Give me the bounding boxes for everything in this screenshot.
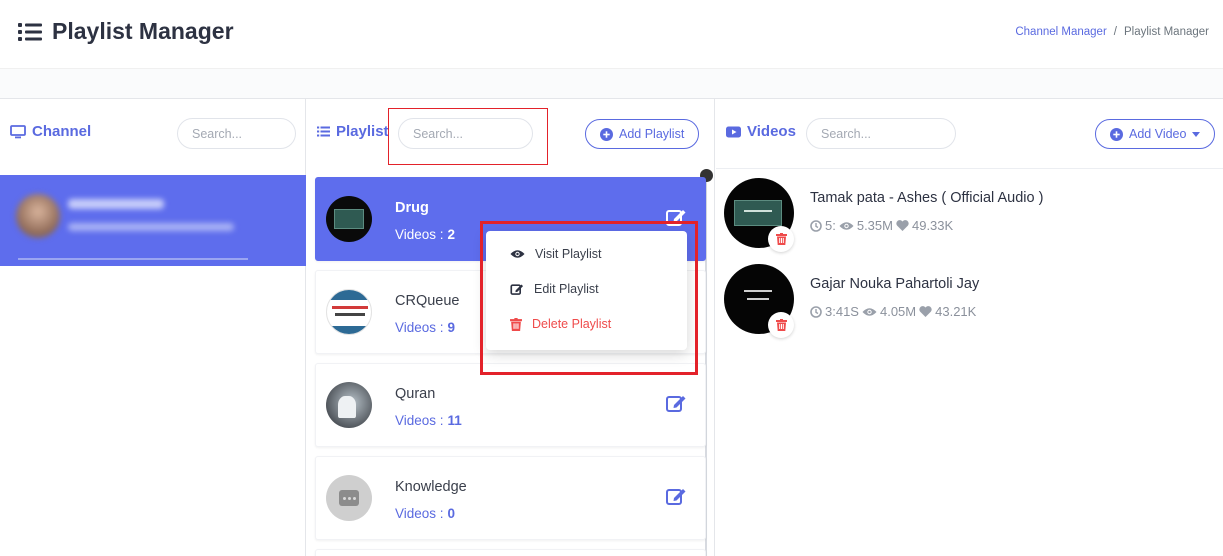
playlist-card-partial[interactable] (315, 549, 706, 556)
breadcrumb-separator: / (1113, 26, 1117, 38)
video-duration: 3:41S (825, 304, 859, 319)
playlist-thumbnail (326, 382, 372, 428)
channel-name-blurred (68, 199, 164, 209)
channel-list-item[interactable] (0, 175, 306, 266)
trash-icon (775, 319, 787, 331)
delete-video-button[interactable] (768, 312, 794, 338)
videos-header-divider (716, 168, 1223, 169)
video-views: 4.05M (879, 304, 917, 319)
add-video-button[interactable]: Add Video (1095, 119, 1216, 149)
heart-icon (896, 220, 909, 231)
channel-title-label: Channel (32, 123, 92, 140)
heart-icon (919, 306, 932, 317)
channel-avatar (16, 194, 60, 238)
video-title: Gajar Nouka Pahartoli Jay (810, 276, 980, 292)
channel-column: Channel (0, 99, 306, 556)
monitor-icon (10, 124, 26, 138)
list-icon (18, 22, 42, 41)
page-title: Playlist Manager (52, 18, 234, 44)
plus-circle-icon (1110, 127, 1123, 141)
videos-title: Videos (726, 123, 796, 140)
trash-icon (775, 233, 787, 245)
playlist-card-knowledge[interactable]: Knowledge Videos : 0 (315, 456, 706, 540)
playlist-video-count: Videos : 2 (395, 227, 456, 242)
playlist-name: Drug (395, 200, 429, 216)
video-meta: 3:41S 4.05M 43.21K (810, 304, 976, 319)
video-row[interactable]: Tamak pata - Ashes ( Official Audio ) 5:… (724, 178, 1214, 258)
channel-search-input[interactable] (177, 118, 296, 149)
videos-title-label: Videos (747, 123, 796, 140)
video-title: Tamak pata - Ashes ( Official Audio ) (810, 190, 1044, 206)
list-icon (317, 126, 330, 137)
video-row[interactable]: Gajar Nouka Pahartoli Jay 3:41S 4.05M 43… (724, 264, 1214, 344)
video-duration: 5: (825, 218, 836, 233)
plus-circle-icon (600, 127, 613, 141)
clock-icon (810, 219, 822, 232)
add-playlist-label: Add Playlist (619, 127, 685, 141)
clock-icon (810, 305, 822, 318)
playlist-thumbnail (326, 475, 372, 521)
playlist-thumbnail (326, 289, 372, 335)
add-video-label: Add Video (1129, 127, 1187, 141)
channel-subtitle-blurred (68, 223, 234, 231)
playlist-name: CRQueue (395, 293, 460, 309)
playlist-video-count: Videos : 11 (395, 413, 462, 428)
edit-icon[interactable] (665, 485, 687, 507)
playlist-name: Quran (395, 386, 436, 402)
playlist-title: Playlist (317, 123, 389, 140)
page-header: Playlist Manager Channel Manager / Playl… (0, 0, 1223, 68)
video-play-icon (726, 126, 741, 137)
playlist-video-count: Videos : 0 (395, 506, 456, 521)
playlist-manager-page: Playlist Manager Channel Manager / Playl… (0, 0, 1223, 556)
delete-video-button[interactable] (768, 226, 794, 252)
breadcrumb: Channel Manager / Playlist Manager (1015, 26, 1209, 38)
video-search-input[interactable] (806, 118, 956, 149)
playlist-title-label: Playlist (336, 123, 389, 140)
video-meta: 5: 5.35M 49.33K (810, 218, 953, 233)
playlist-card-quran[interactable]: Quran Videos : 11 (315, 363, 706, 447)
video-views: 5.35M (856, 218, 893, 233)
eye-icon (839, 221, 854, 230)
breadcrumb-current: Playlist Manager (1123, 26, 1209, 38)
breadcrumb-channel-manager[interactable]: Channel Manager (1015, 26, 1106, 38)
channel-title: Channel (10, 123, 91, 140)
video-likes: 43.21K (935, 304, 977, 319)
playlist-name: Knowledge (395, 479, 467, 495)
playlist-video-count: Videos : 9 (395, 320, 456, 335)
header-subbar (0, 68, 1223, 99)
title-wrap: Playlist Manager (18, 18, 234, 45)
playlist-thumbnail (326, 196, 372, 242)
channel-item-underline (18, 258, 248, 260)
add-playlist-button[interactable]: Add Playlist (585, 119, 700, 149)
edit-icon[interactable] (665, 392, 687, 414)
caret-down-icon (1192, 131, 1201, 137)
search-highlight-box (388, 108, 548, 165)
context-menu-highlight-box (480, 221, 698, 375)
video-likes: 49.33K (911, 218, 954, 233)
eye-icon (862, 307, 877, 316)
